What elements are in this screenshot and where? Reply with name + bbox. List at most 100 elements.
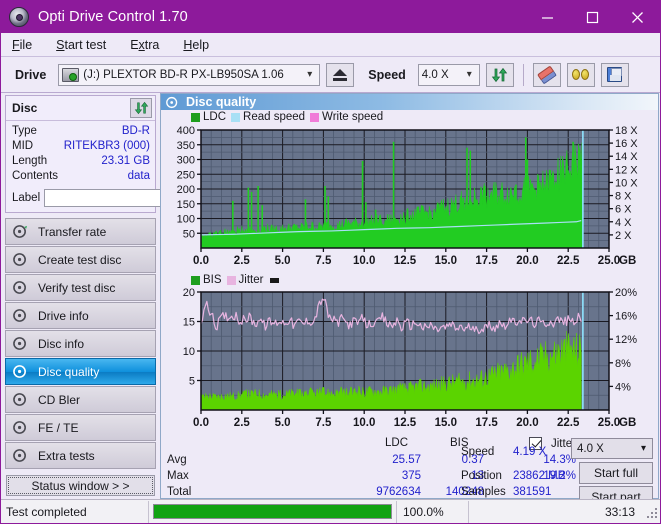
menu-extra[interactable]: Extra [127,36,162,54]
legend-entry-bis: BIS [191,274,222,286]
drive-label: Drive [15,67,47,82]
sidebar-item-disc-quality[interactable]: Disc quality [5,358,156,385]
svg-text:6 X: 6 X [615,204,632,216]
svg-text:4%: 4% [615,381,631,393]
svg-text:14 X: 14 X [615,151,638,163]
sidebar-item-transfer-rate[interactable]: Transfer rate [5,218,156,245]
menu-file[interactable]: File [9,36,35,54]
svg-text:0.0: 0.0 [193,417,209,429]
svg-text:7.5: 7.5 [315,255,332,267]
start-full-button[interactable]: Start full [579,462,653,484]
disc-test-icon [13,393,26,406]
legend-entry-read-speed: Read speed [231,111,305,123]
progress-percent: 100.0% [396,500,468,523]
disc-row-mid-key: MID [12,139,34,152]
disc-refresh-button[interactable] [130,98,152,118]
disc-label-row: Label [6,186,248,212]
svg-text:5: 5 [189,376,195,388]
resize-grip-icon[interactable] [645,506,657,518]
sidebar-item-label: Verify test disc [38,280,116,295]
content-area: Disc Type BD-R MID RITEKBR3 (000) Length… [1,93,661,508]
elapsed-time-value: 33:13 [604,504,635,519]
stats-row-max: Max [167,470,189,482]
svg-text:GB: GB [619,255,636,267]
sidebar-item-create-test-disc[interactable]: Create test disc [5,246,156,273]
disc-row-contents-key: Contents [12,169,59,182]
elapsed-time: 33:13 [468,500,645,523]
samples-stat-label: Samples [461,486,506,498]
bis-jitter-chart[interactable]: 5 10 15 20 4% 8% 12% 16% 20% 0.0 2.5 5.0 7.5 10.0 12.5… [161,286,658,434]
disc-row-contents: Contents data [12,168,150,183]
sidebar-item-extra-tests[interactable]: Extra tests [5,442,156,469]
stats-col-ldc: LDC [385,437,409,449]
maximize-icon[interactable] [570,1,615,33]
menu-start-test[interactable]: Start test [53,36,109,54]
disc-row-mid-value: RITEKBR3 (000) [63,139,150,152]
drive-select-value: (J:) PLEXTOR BD-R PX-LB950SA 1.06 [83,68,284,81]
stats-row-total: Total [167,486,192,498]
disc-row-type-key: Type [12,124,37,137]
legend-label-jitter: Jitter [238,274,264,286]
stats-avg-ldc: 25.57 [392,454,421,466]
legend-swatch-jitter [226,275,236,285]
eject-button[interactable] [326,62,355,87]
legend-label-bis: BIS [203,274,222,286]
ldc-chart[interactable]: 50 100 150 200 250 300 350 400 2 X4 X6 X8 X 10 X1… [161,124,658,272]
svg-text:10: 10 [183,346,195,358]
svg-text:300: 300 [177,155,195,167]
save-button[interactable] [600,62,629,87]
svg-text:10.0: 10.0 [353,255,375,267]
svg-text:25.0: 25.0 [598,417,620,429]
disc-quality-icon [166,96,178,108]
drive-icon [62,67,80,82]
disc-test-icon [13,281,26,294]
svg-text:25.0: 25.0 [598,255,620,267]
sidebar-item-fe-te[interactable]: FE / TE [5,414,156,441]
disc-row-mid: MID RITEKBR3 (000) [12,138,150,153]
close-icon[interactable] [615,1,660,33]
speed-label: Speed [368,67,406,82]
speed-select-value: 4.0 X [421,68,449,81]
svg-text:17.5: 17.5 [475,417,498,429]
menu-help[interactable]: Help [180,36,212,54]
sidebar-item-label: Transfer rate [38,224,107,239]
svg-text:18 X: 18 X [615,125,638,137]
disc-panel-header: Disc [6,96,155,121]
sidebar-item-cd-bler[interactable]: CD Bler [5,386,156,413]
sidebar-item-label: Extra tests [38,448,95,463]
pane-title: Disc quality [186,95,257,109]
disc-test-icon [13,365,26,378]
sidebar-item-drive-info[interactable]: Drive info [5,302,156,329]
speed-stat-label: Speed [461,446,495,458]
test-speed-select[interactable]: 4.0 X ▾ [571,438,653,459]
sidebar: Disc Type BD-R MID RITEKBR3 (000) Length… [1,93,248,499]
minimize-icon[interactable] [525,1,570,33]
nav-list: Transfer rate Create test disc Verify te… [5,218,156,469]
bis-chart-legend: BIS Jitter [161,272,658,286]
eraser-icon [536,64,557,85]
svg-text:2.5: 2.5 [234,255,251,267]
speed-stat-value: 4.19 X [513,446,547,458]
disc-panel-title: Disc [12,101,38,115]
refresh-button[interactable] [485,62,514,87]
speed-select[interactable]: 4.0 X ▾ [417,63,480,86]
svg-text:10.0: 10.0 [353,417,375,429]
erase-button[interactable] [532,62,561,87]
svg-text:8 X: 8 X [615,191,632,203]
svg-text:17.5: 17.5 [475,255,498,267]
disc-test-icon [13,225,28,238]
sidebar-item-disc-info[interactable]: Disc info [5,330,156,357]
svg-text:16 X: 16 X [615,138,638,150]
scan-button[interactable] [566,62,595,87]
disc-test-icon [13,421,26,434]
drive-select[interactable]: (J:) PLEXTOR BD-R PX-LB950SA 1.06 ▾ [58,63,321,86]
sidebar-item-verify-test-disc[interactable]: Verify test disc [5,274,156,301]
status-window-button[interactable]: Status window > > [6,475,155,496]
stats-row-avg: Avg [167,454,187,466]
disc-quality-pane: Disc quality LDC Read speed Write speed … [160,93,659,508]
status-bar: Test completed 100.0% 33:13 [1,499,660,523]
svg-text:20: 20 [183,287,195,299]
sidebar-item-label: CD Bler [38,392,81,407]
title-bar: Opti Drive Control 1.70 [1,1,660,33]
refresh-icon [492,67,508,82]
